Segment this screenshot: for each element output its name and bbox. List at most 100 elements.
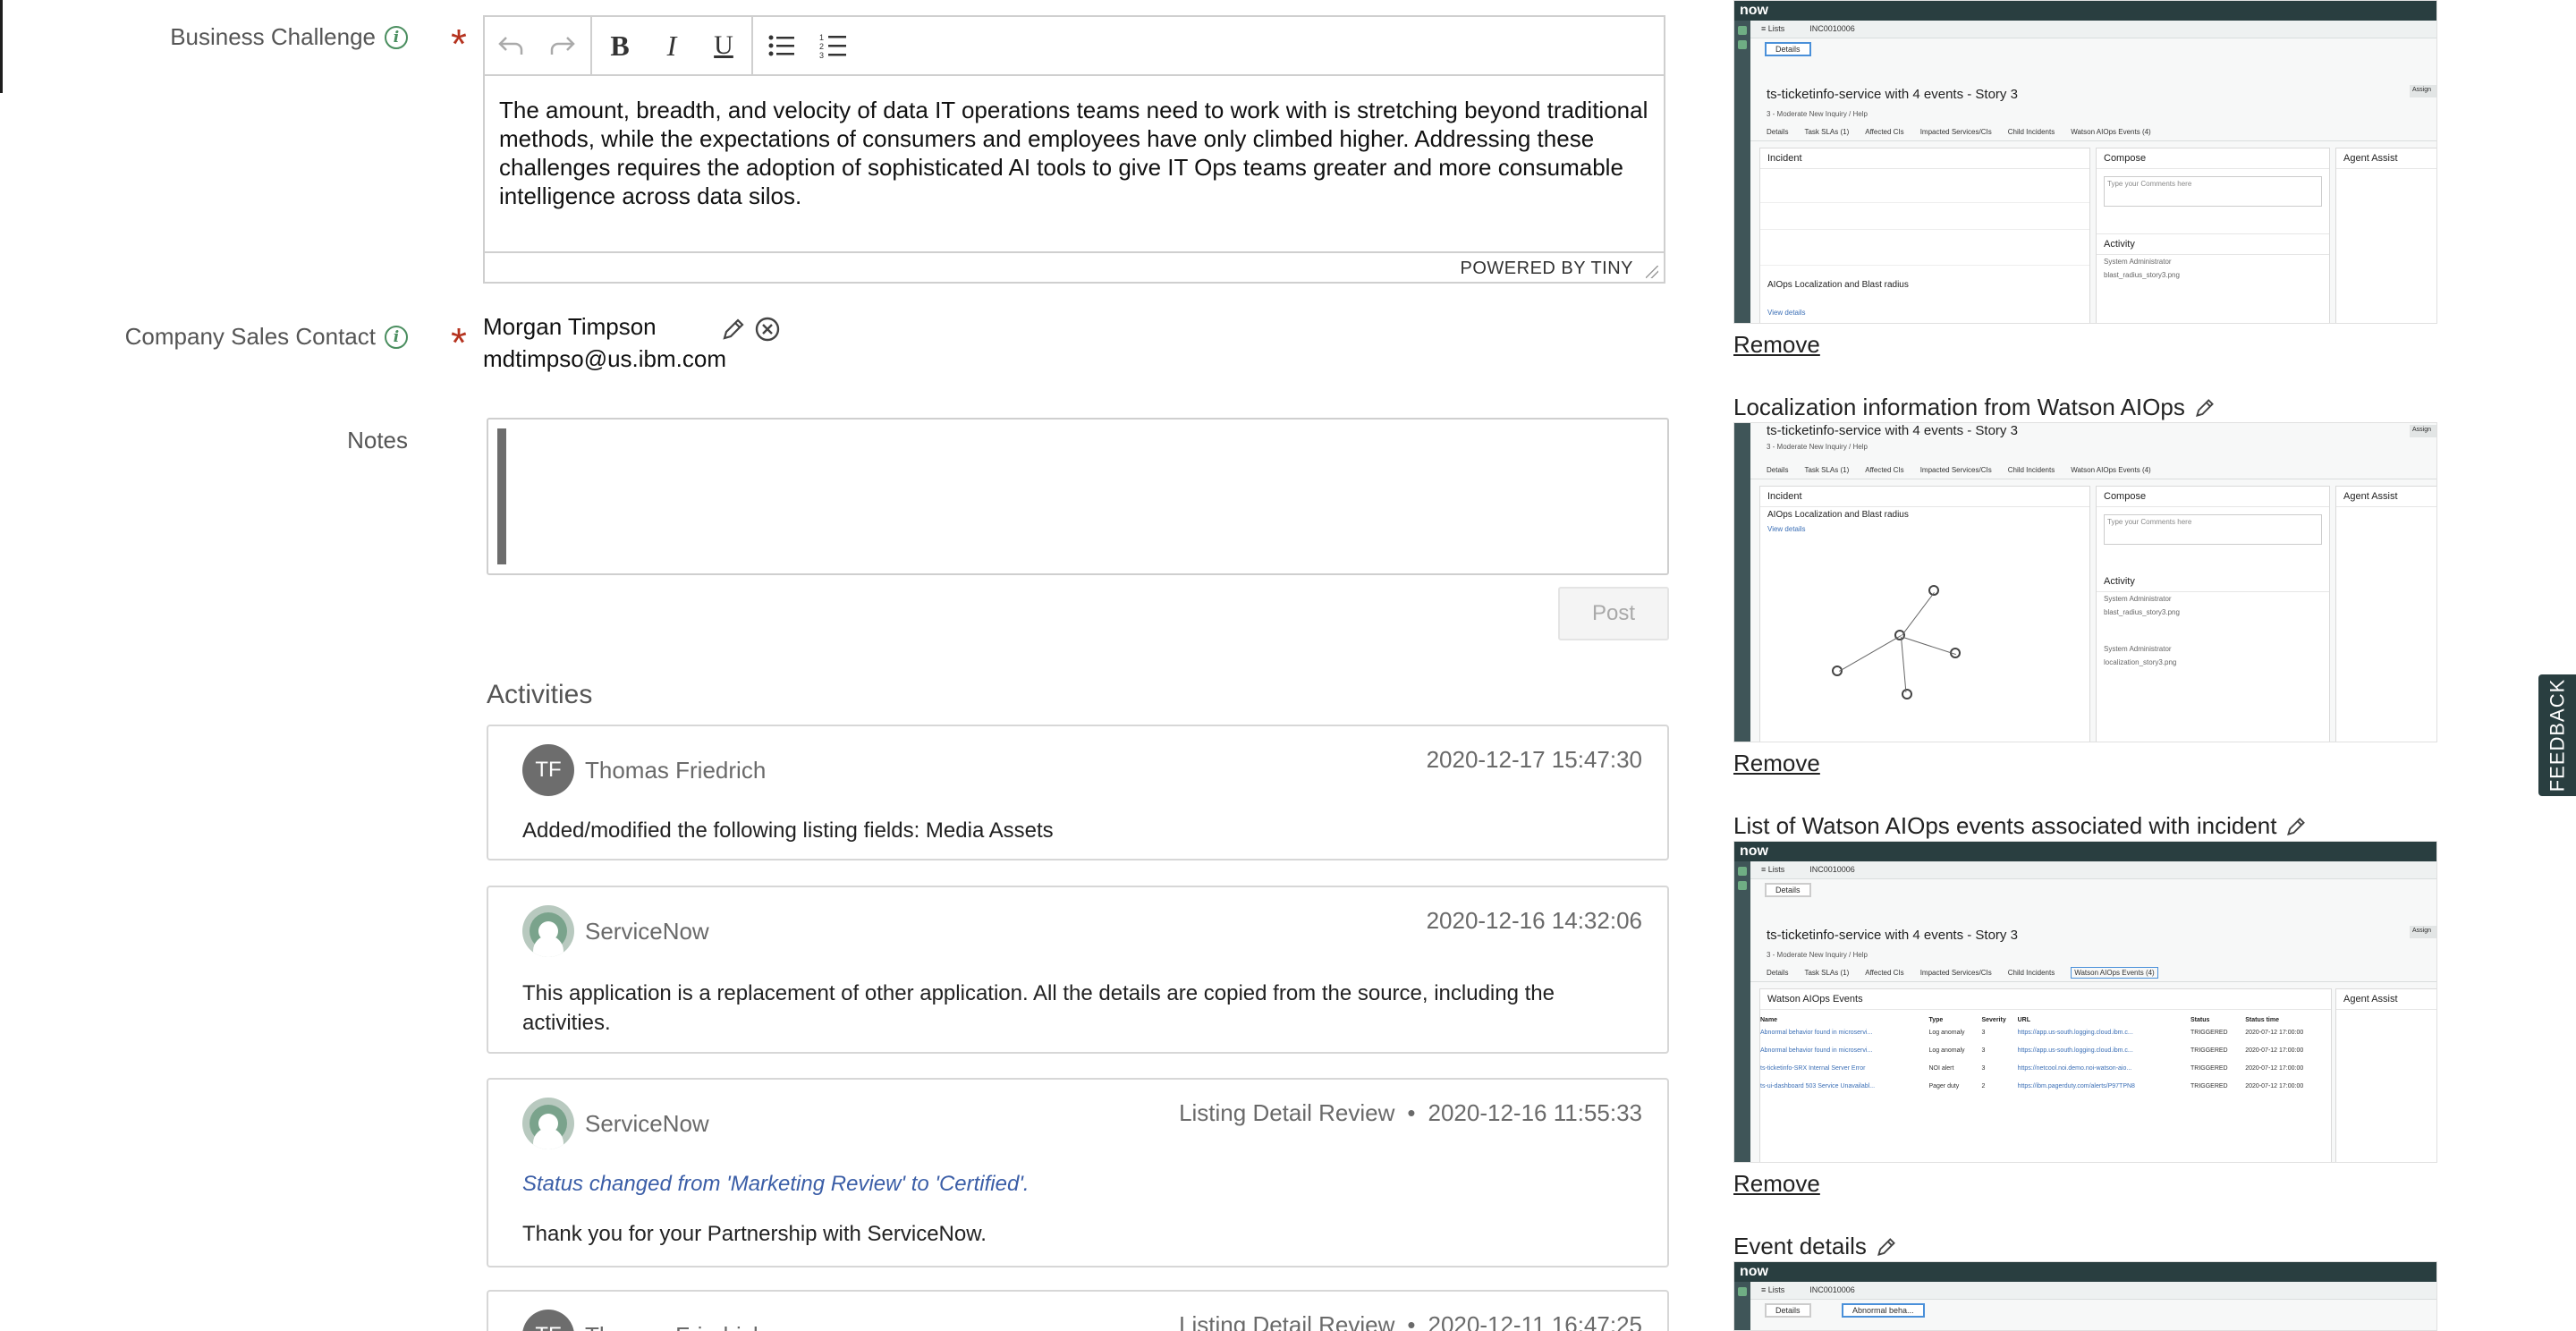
section-tab: Details — [1767, 969, 1789, 977]
numbered-list-button[interactable]: 123 — [807, 16, 859, 75]
servicenow-avatar — [522, 905, 574, 957]
events-header: Watson AIOps Events — [1760, 989, 2331, 1010]
cell: https://netcool.noi.demo.noi-watson-aio.… — [2017, 1064, 2132, 1072]
attachment-screenshot[interactable]: now ≡ Lists INC0010006 Details Abnormal b… — [1733, 1261, 2437, 1331]
graph-edge — [1901, 637, 1907, 692]
servicenow-logo: now — [1734, 1262, 2436, 1282]
column-header: Name — [1760, 1017, 1778, 1023]
graph-edge — [1902, 637, 1956, 656]
clear-icon[interactable] — [754, 316, 781, 343]
attachment-title-text: List of Watson AIOps events associated w… — [1733, 812, 2277, 839]
powered-by-label[interactable]: POWERED BY TINY — [1461, 259, 1633, 278]
cell: TRIGGERED — [2190, 1029, 2228, 1036]
assign-button: Assign — [2410, 85, 2436, 97]
bullet-list-button[interactable] — [755, 16, 807, 75]
file-name: localization_story3.png — [2104, 658, 2177, 666]
attachment-title: Localization information from Watson AIO… — [1733, 394, 2216, 421]
activity-author: ServiceNow — [585, 1109, 709, 1137]
remove-link[interactable]: Remove — [1733, 331, 1820, 359]
cell: Abnormal behavior found in microservi... — [1760, 1047, 1873, 1054]
cell: https://ibm.pagerduty.com/alerts/P97TPN8 — [2017, 1082, 2135, 1089]
post-button[interactable]: Post — [1558, 587, 1669, 640]
pencil-icon[interactable] — [2194, 397, 2216, 419]
business-challenge-label-text: Business Challenge — [170, 23, 376, 50]
pencil-icon[interactable] — [2285, 816, 2307, 837]
cell: 2020-07-12 17:00:00 — [2245, 1064, 2304, 1072]
activity-header: ServiceNow — [522, 1098, 709, 1149]
incident-tab: INC0010006 — [1809, 865, 1855, 874]
activity-header: TF Thomas Friedrich — [522, 1310, 766, 1331]
activity-card: ServiceNow 2020-12-16 14:32:06 This appl… — [487, 886, 1669, 1054]
compose-header: Compose — [2097, 487, 2329, 507]
feedback-label: FEEDBACK — [2546, 678, 2568, 793]
compose-panel: Compose Type your Comments here Activity… — [2096, 148, 2330, 323]
attachment-screenshot[interactable]: now ≡ Lists INC0010006 Details ts-ticketi… — [1733, 841, 2437, 1163]
cell: https://app.us-south.logging.cloud.ibm.c… — [2017, 1047, 2133, 1054]
row — [1760, 229, 2089, 230]
cell: Log anomaly — [1928, 1047, 1965, 1054]
activity-author: Thomas Friedrich — [585, 1322, 766, 1331]
feedback-tab[interactable]: FEEDBACK — [2538, 674, 2576, 796]
system-admin: System Administrator — [2104, 645, 2172, 653]
view-details-link: View details — [1767, 525, 1806, 533]
editor-content[interactable]: The amount, breadth, and velocity of dat… — [485, 76, 1664, 251]
file-name: blast_radius_story3.png — [2104, 271, 2180, 279]
lists-tab: ≡ Lists — [1761, 1285, 1785, 1294]
activity-header: Activity — [2097, 572, 2329, 592]
cell: TRIGGERED — [2190, 1047, 2228, 1054]
attachment-screenshot[interactable]: ts-ticketinfo-service with 4 events - St… — [1733, 422, 2437, 742]
undo-button[interactable] — [485, 16, 537, 75]
activity-author: ServiceNow — [585, 917, 709, 945]
ticket-meta: 3 - Moderate New Inquiry / Help — [1767, 443, 1868, 451]
activity-author: Thomas Friedrich — [585, 756, 767, 784]
cell: 2020-07-12 17:00:00 — [2245, 1082, 2304, 1089]
underline-button[interactable]: U — [698, 16, 750, 75]
window-edge — [0, 0, 3, 93]
ticket-title: ts-ticketinfo-service with 4 events - St… — [1767, 928, 2018, 943]
column-header: Severity — [1981, 1017, 2006, 1023]
redo-button[interactable] — [537, 16, 589, 75]
section-tab: Child Incidents — [2007, 128, 2055, 136]
activity-meta: Listing Detail Review • 2020-12-11 16:47:2… — [1179, 1311, 1642, 1331]
activity-card: TF Thomas Friedrich Listing Detail Revie… — [487, 1290, 1669, 1331]
comment-box: Type your Comments here — [2104, 176, 2322, 207]
activity-card: TF Thomas Friedrich 2020-12-17 15:47:30 … — [487, 725, 1669, 860]
italic-button[interactable]: I — [646, 16, 698, 75]
cell: 3 — [1981, 1029, 1986, 1036]
notes-input[interactable] — [487, 418, 1669, 575]
business-challenge-editor[interactable]: B I U 123 The amount, breadth, and veloc… — [483, 15, 1665, 284]
activity-meta: 2020-12-16 14:32:06 — [1427, 907, 1642, 935]
numbered-list-icon: 123 — [819, 33, 846, 59]
section-tab: Details — [1767, 128, 1789, 136]
compose-header: Compose — [2097, 148, 2329, 169]
attachment-screenshot[interactable]: now ≡ Lists INC0010006 Details ts-ticketi… — [1733, 0, 2437, 324]
cell: NOI alert — [1928, 1064, 1954, 1072]
remove-link[interactable]: Remove — [1733, 1170, 1820, 1198]
toolbar-separator — [590, 16, 592, 75]
incident-panel: Incident AIOps Localization and Blast ra… — [1759, 148, 2090, 323]
cell: https://app.us-south.logging.cloud.ibm.c… — [2017, 1029, 2133, 1036]
activity-type: Listing Detail Review — [1179, 1311, 1395, 1331]
section-tab: Task SLAs (1) — [1804, 466, 1850, 474]
app-tabs: ≡ Lists INC0010006 — [1750, 21, 2436, 38]
pencil-icon[interactable] — [721, 317, 746, 342]
bold-button[interactable]: B — [594, 16, 646, 75]
info-icon[interactable]: i — [385, 325, 408, 349]
editor-toolbar: B I U 123 — [485, 16, 1664, 76]
row — [1760, 265, 2089, 266]
view-details-link: View details — [1767, 309, 1806, 317]
graph-node — [1928, 585, 1939, 596]
servicenow-logo: now — [1734, 842, 2436, 861]
section-tab: Impacted Services/CIs — [1919, 969, 1992, 977]
meta-separator: • — [1407, 1099, 1416, 1126]
bold-icon: B — [610, 29, 630, 62]
section-tab: Watson AIOps Events (4) — [2071, 466, 2151, 474]
remove-link[interactable]: Remove — [1733, 750, 1820, 777]
activity-type: Listing Detail Review — [1179, 1099, 1395, 1126]
resize-handle-icon[interactable] — [1646, 266, 1658, 278]
pencil-icon[interactable] — [1876, 1236, 1897, 1258]
activity-timestamp: 2020-12-17 15:47:30 — [1426, 746, 1642, 773]
info-icon[interactable]: i — [385, 25, 408, 49]
svg-text:3: 3 — [819, 51, 824, 59]
avatar: TF — [522, 744, 574, 796]
